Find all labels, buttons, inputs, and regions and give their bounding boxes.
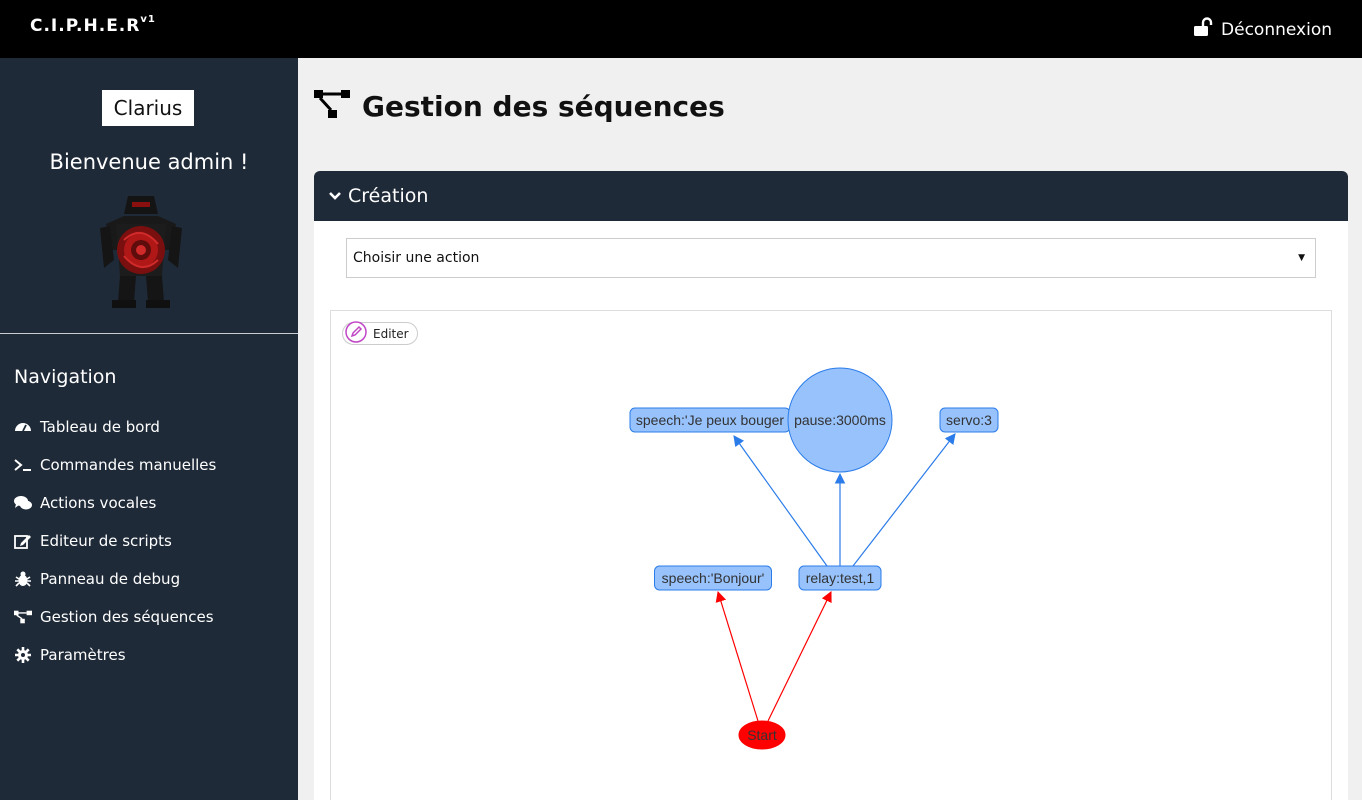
graph-node-servo[interactable]: servo:3	[939, 407, 999, 433]
graph-node-speech_bonjour[interactable]: speech:'Bonjour'	[654, 565, 772, 591]
top-bar: C.I.P.H.E.Rv1 Déconnexion	[0, 0, 1362, 58]
graph-node-label: servo:3	[946, 412, 992, 428]
sidebar-item-sequences[interactable]: Gestion des séquences	[14, 598, 216, 636]
brand-version: v1	[140, 14, 156, 26]
graph-node-label: relay:test,1	[806, 570, 875, 586]
graph-edge-start-speech_bonjour[interactable]	[715, 590, 759, 722]
welcome-message: Bienvenue admin !	[49, 150, 249, 174]
sidebar-item-label: Gestion des séquences	[40, 608, 214, 626]
creation-panel-body: Choisir une action ▼ Editer Start speech:…	[314, 221, 1348, 800]
sidebar-item-label: Actions vocales	[40, 494, 157, 512]
unlock-icon	[1193, 17, 1213, 42]
page-title: Gestion des séquences	[362, 89, 725, 123]
dashboard-icon	[14, 419, 32, 435]
graph-node-label: pause:3000ms	[794, 412, 886, 428]
graph-node-pause[interactable]: pause:3000ms	[787, 367, 893, 473]
robot-avatar	[98, 194, 184, 310]
sitemap-icon	[314, 88, 350, 124]
sidebar: Clarius Bienvenue admin ! Navigation Tab…	[0, 58, 298, 800]
action-select-value: Choisir une action	[353, 250, 480, 266]
graph-node-relay[interactable]: relay:test,1	[798, 565, 882, 591]
graph-node-label: speech:'Je peux bouger	[636, 412, 785, 428]
logout-button[interactable]: Déconnexion	[1193, 17, 1332, 42]
sidebar-item-dashboard[interactable]: Tableau de bord	[14, 408, 216, 446]
sidebar-item-label: Editeur de scripts	[40, 532, 172, 550]
sidebar-item-settings[interactable]: Paramètres	[14, 636, 216, 674]
sidebar-item-manual-commands[interactable]: Commandes manuelles	[14, 446, 216, 484]
comments-icon	[14, 495, 32, 511]
sidebar-item-debug-panel[interactable]: Panneau de debug	[14, 560, 216, 598]
logout-label: Déconnexion	[1221, 19, 1332, 40]
sequence-graph[interactable]: Editer Start speech:'Bonjour' relay:test,1…	[330, 310, 1332, 800]
action-select[interactable]: Choisir une action ▼	[346, 238, 1316, 278]
graph-canvas[interactable]: Start speech:'Bonjour' relay:test,1 speech:…	[331, 311, 1331, 800]
sidebar-item-label: Paramètres	[40, 646, 126, 664]
robot-name: Clarius	[102, 90, 194, 126]
brand-name: C.I.P.H.E.R	[30, 16, 141, 36]
panel-title: Création	[348, 185, 429, 207]
sidebar-item-script-editor[interactable]: Editeur de scripts	[14, 522, 216, 560]
edit-label: Editer	[373, 326, 409, 341]
pencil-icon	[345, 321, 367, 346]
sidebar-item-voice-actions[interactable]: Actions vocales	[14, 484, 216, 522]
nav-title: Navigation	[14, 366, 117, 388]
sidebar-item-label: Tableau de bord	[40, 418, 160, 436]
page-header: Gestion des séquences	[314, 88, 725, 124]
sidebar-item-label: Commandes manuelles	[40, 456, 217, 474]
terminal-icon	[14, 457, 32, 473]
sidebar-item-label: Panneau de debug	[40, 570, 181, 588]
chevron-down-icon	[328, 185, 342, 207]
graph-edge-start-relay[interactable]	[767, 591, 832, 722]
graph-node-label: speech:'Bonjour'	[662, 570, 765, 586]
graph-node-label: Start	[747, 727, 777, 743]
sidebar-divider	[0, 333, 298, 334]
nav-list: Tableau de bord Commandes manuelles Acti…	[14, 408, 216, 674]
graph-node-start[interactable]: Start	[738, 720, 786, 750]
caret-down-icon: ▼	[1298, 253, 1305, 263]
creation-panel-header[interactable]: Création	[314, 171, 1348, 221]
edit-icon	[14, 533, 32, 549]
bug-icon	[14, 571, 32, 587]
graph-node-speech_bouger[interactable]: speech:'Je peux bouger	[629, 407, 791, 433]
gear-icon	[14, 647, 32, 663]
brand-logo[interactable]: C.I.P.H.E.Rv1	[30, 14, 156, 36]
edit-button[interactable]: Editer	[342, 321, 418, 346]
sitemap-icon	[14, 609, 32, 625]
